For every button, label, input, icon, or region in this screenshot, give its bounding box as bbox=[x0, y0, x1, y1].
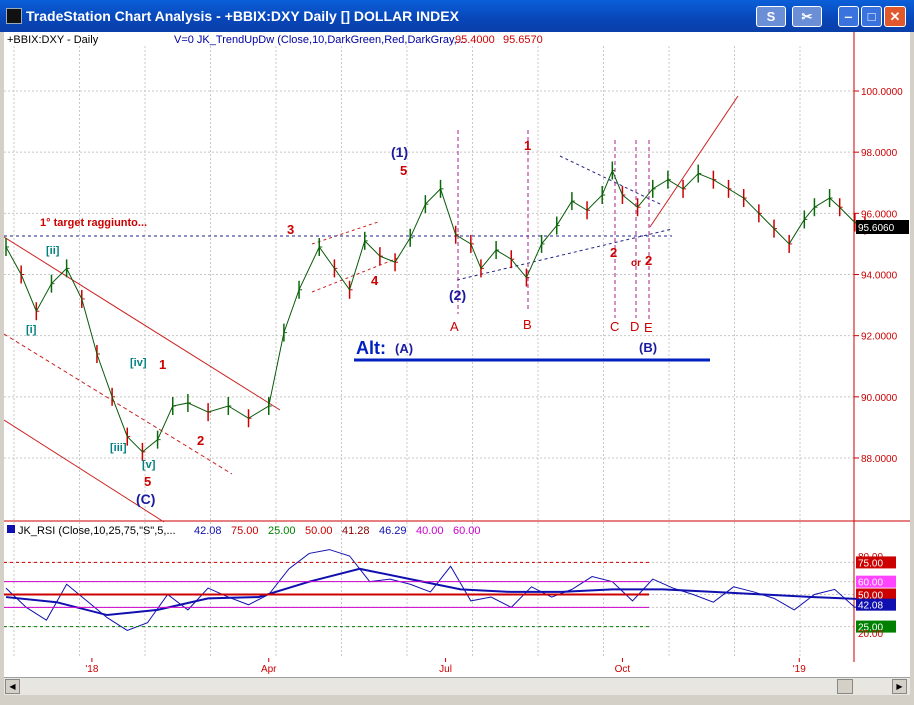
rsi-line bbox=[5, 549, 866, 631]
indicator-value-2: 95.6570 bbox=[503, 34, 543, 46]
rsi-legend-value: 41.28 bbox=[342, 525, 370, 537]
minimize-button[interactable]: ‒ bbox=[838, 6, 859, 27]
y-tick-label: 92.0000 bbox=[861, 332, 898, 343]
rsi-average-line bbox=[5, 567, 865, 617]
y-tick-label: 88.0000 bbox=[861, 454, 898, 465]
wave-label: 1 bbox=[159, 357, 166, 372]
wave-label: (B) bbox=[639, 340, 657, 355]
rsi-y-tick-label: 75.00 bbox=[858, 558, 883, 569]
wave-label: 4 bbox=[371, 273, 379, 288]
rsi-legend-value: 42.08 bbox=[194, 525, 222, 537]
x-tick-label: '19 bbox=[793, 664, 806, 675]
wave-label: 2 bbox=[610, 245, 617, 260]
y-tick-label: 100.0000 bbox=[861, 87, 903, 98]
wave-label: D bbox=[630, 319, 639, 334]
wave-label: [i] bbox=[26, 324, 37, 336]
target-annotation: 1° target raggiunto... bbox=[40, 217, 147, 229]
x-tick-label: '18 bbox=[85, 664, 98, 675]
horizontal-scrollbar[interactable]: ◀ ▶ bbox=[4, 677, 910, 695]
wave-label: 5 bbox=[400, 163, 407, 178]
rsi-title: JK_RSI (Close,10,25,75,"S",5,... bbox=[18, 525, 176, 537]
rsi-legend-value: 75.00 bbox=[231, 525, 259, 537]
rsi-y-tick-label: 60.00 bbox=[858, 578, 883, 589]
y-tick-label: 98.0000 bbox=[861, 148, 898, 159]
x-tick-label: Oct bbox=[615, 664, 631, 675]
price-bars bbox=[5, 161, 868, 461]
last-price-value: 95.6060 bbox=[858, 223, 895, 234]
wave-label: [v] bbox=[142, 459, 156, 471]
y-tick-label: 96.0000 bbox=[861, 209, 898, 220]
data-tools-button[interactable]: ✂ bbox=[792, 6, 822, 27]
scroll-right-arrow[interactable]: ▶ bbox=[892, 679, 907, 694]
wave-label: A bbox=[450, 319, 459, 334]
wave-label: 1 bbox=[524, 138, 531, 153]
scroll-thumb[interactable] bbox=[837, 679, 853, 694]
x-tick-label: Jul bbox=[439, 664, 452, 675]
rsi-icon bbox=[7, 525, 15, 533]
wave-label: 5 bbox=[144, 474, 151, 489]
wave-label: 2 bbox=[645, 253, 652, 268]
wave-label: E bbox=[644, 320, 653, 335]
scroll-left-arrow[interactable]: ◀ bbox=[5, 679, 20, 694]
rsi-legend-value: 60.00 bbox=[453, 525, 481, 537]
window-title: TradeStation Chart Analysis - +BBIX:DXY … bbox=[26, 8, 459, 24]
rsi-legend-value: 46.29 bbox=[379, 525, 407, 537]
indicator-value-1: 95.4000 bbox=[455, 34, 495, 46]
wave-label: (1) bbox=[391, 144, 408, 160]
rsi-legend-value: 40.00 bbox=[416, 525, 444, 537]
rsi-y-tick-label: 42.08 bbox=[858, 601, 883, 612]
x-tick-label: Apr bbox=[261, 664, 277, 675]
wave-label: 2 bbox=[197, 433, 204, 448]
app-icon bbox=[6, 8, 22, 24]
price-line bbox=[5, 169, 866, 453]
chart-area[interactable]: 100.0000 98.0000 96.0000 94.0000 92.0000 90.0… bbox=[3, 32, 910, 677]
y-tick-label: 94.0000 bbox=[861, 271, 898, 282]
chart-symbol-title: +BBIX:DXY - Daily bbox=[7, 34, 99, 46]
wave-label: B bbox=[523, 317, 532, 332]
alt-label: Alt: bbox=[356, 338, 386, 358]
title-bar: TradeStation Chart Analysis - +BBIX:DXY … bbox=[0, 0, 914, 32]
wave-label: or bbox=[631, 258, 641, 269]
wave-label: (C) bbox=[136, 491, 155, 507]
wave-label: (A) bbox=[395, 341, 413, 356]
maximize-button[interactable]: □ bbox=[861, 6, 882, 27]
rsi-y-tick-label: 20.00 bbox=[858, 629, 883, 640]
wave-label: 3 bbox=[287, 222, 294, 237]
rsi-legend-value: 25.00 bbox=[268, 525, 296, 537]
price-annotations bbox=[3, 32, 910, 662]
rsi-lines bbox=[5, 549, 866, 631]
close-button[interactable]: ✕ bbox=[884, 6, 906, 27]
wave-label: [ii] bbox=[46, 245, 60, 257]
chart-canvas[interactable]: 100.0000 98.0000 96.0000 94.0000 92.0000 90.0… bbox=[3, 32, 910, 677]
indicator-label: V=0 JK_TrendUpDw (Close,10,DarkGreen,Red… bbox=[174, 34, 466, 46]
wave-label: C bbox=[610, 319, 619, 334]
wave-label: [iii] bbox=[110, 442, 127, 454]
wave-label: [iv] bbox=[130, 357, 147, 369]
symbol-link-button[interactable]: S bbox=[756, 6, 786, 27]
y-tick-label: 90.0000 bbox=[861, 393, 898, 404]
wave-label: (2) bbox=[449, 287, 466, 303]
rsi-legend-value: 50.00 bbox=[305, 525, 333, 537]
